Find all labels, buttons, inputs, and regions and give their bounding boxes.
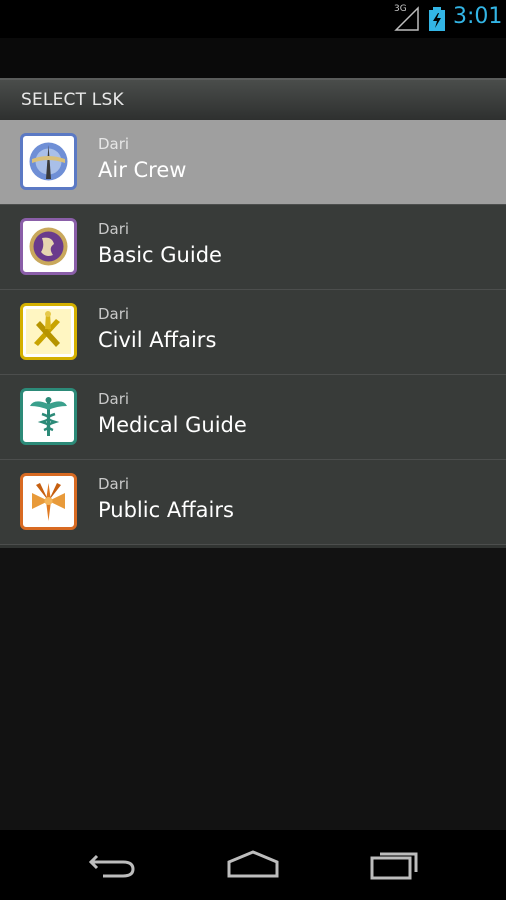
list-item-civil-affairs[interactable]: Dari Civil Affairs — [0, 290, 506, 375]
civil-affairs-emblem-icon — [20, 303, 77, 360]
air-crew-emblem-icon — [20, 133, 77, 190]
select-dialog: SELECT LSK Dari Air Crew Dari Basic Guid… — [0, 78, 506, 548]
home-icon[interactable] — [223, 848, 283, 882]
dialog-title: SELECT LSK — [21, 90, 124, 110]
item-language: Dari — [98, 475, 130, 493]
item-language: Dari — [98, 305, 130, 323]
signal-icon — [394, 6, 419, 31]
list-item-air-crew[interactable]: Dari Air Crew — [0, 120, 506, 205]
recent-apps-icon[interactable] — [364, 848, 424, 882]
list-item-public-affairs[interactable]: Dari Public Affairs — [0, 460, 506, 545]
battery-charging-icon — [429, 7, 445, 31]
item-label: Air Crew — [98, 158, 187, 182]
item-language: Dari — [98, 135, 130, 153]
item-label: Medical Guide — [98, 413, 247, 437]
empty-area — [0, 548, 506, 830]
lsk-list: Dari Air Crew Dari Basic Guide Dari Civi… — [0, 120, 506, 545]
background — [0, 38, 506, 78]
public-affairs-emblem-icon — [20, 473, 77, 530]
item-label: Civil Affairs — [98, 328, 217, 352]
item-label: Public Affairs — [98, 498, 234, 522]
list-item-medical-guide[interactable]: Dari Medical Guide — [0, 375, 506, 460]
back-icon[interactable] — [83, 848, 143, 882]
item-label: Basic Guide — [98, 243, 222, 267]
item-language: Dari — [98, 220, 130, 238]
navigation-bar — [0, 830, 506, 900]
dialog-header: SELECT LSK — [0, 78, 506, 120]
basic-guide-emblem-icon — [20, 218, 77, 275]
status-bar: 3G 3:01 — [0, 0, 506, 38]
list-item-basic-guide[interactable]: Dari Basic Guide — [0, 205, 506, 290]
medical-guide-caduceus-icon — [20, 388, 77, 445]
clock: 3:01 — [453, 4, 503, 29]
item-language: Dari — [98, 390, 130, 408]
